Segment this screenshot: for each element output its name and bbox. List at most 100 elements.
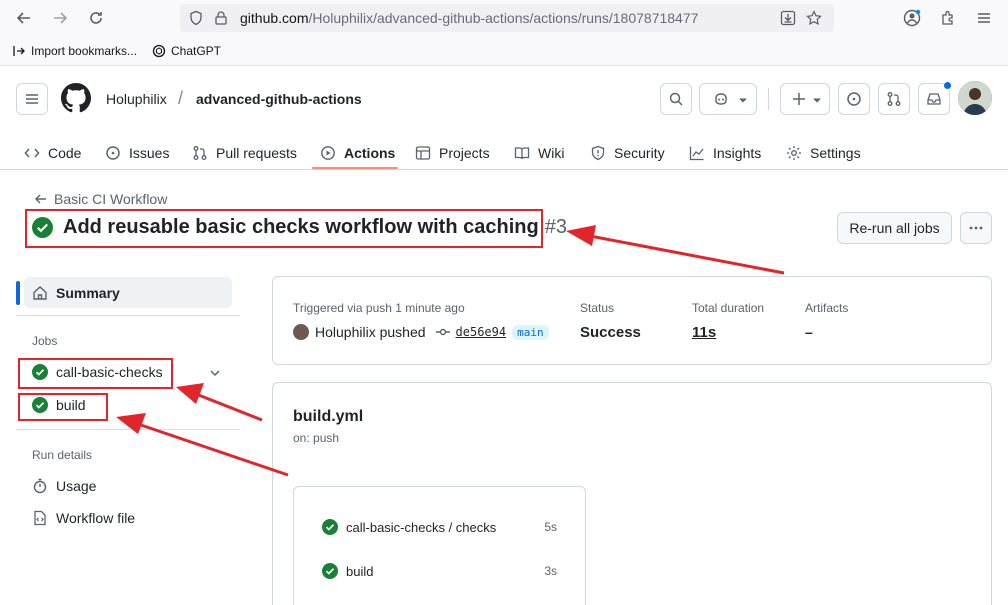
workflow-file-name: build.yml	[293, 408, 364, 425]
graph-job-call-basic-checks[interactable]: call-basic-checks / checks	[322, 519, 496, 535]
tab-settings[interactable]: Settings	[786, 136, 861, 170]
issue-icon	[106, 146, 120, 160]
artifacts-value: –	[805, 324, 813, 340]
shield-icon[interactable]	[188, 10, 204, 26]
tab-actions[interactable]: Actions	[320, 136, 395, 170]
file-code-icon	[34, 510, 46, 526]
sidebar-item-summary[interactable]: Summary	[24, 277, 232, 308]
bookmarks-bar: Import bookmarks... ChatGPT	[0, 36, 1008, 66]
git-commit-icon	[435, 328, 450, 336]
chevron-down-icon[interactable]	[208, 366, 222, 380]
extensions-icon[interactable]	[934, 4, 962, 32]
tab-label: Code	[48, 145, 82, 161]
tab-pull-requests[interactable]: Pull requests	[192, 136, 297, 170]
duration-value[interactable]: 11s	[692, 324, 716, 341]
hamburger-icon	[26, 94, 38, 104]
sidebar-divider	[16, 429, 240, 430]
copilot-button[interactable]	[699, 83, 757, 115]
actor-avatar[interactable]	[293, 324, 309, 340]
graph-job-build[interactable]: build	[322, 563, 373, 579]
branch-badge[interactable]: main	[512, 324, 549, 340]
search-button[interactable]	[660, 83, 692, 115]
hamburger-menu-button[interactable]	[16, 83, 48, 115]
home-icon	[33, 285, 47, 300]
breadcrumb-owner[interactable]: Holuphilix	[106, 91, 167, 107]
actor-text[interactable]: Holuphilix pushed	[315, 324, 426, 340]
job-group-box: call-basic-checks / checks 5s build 3s	[293, 486, 586, 605]
trigger-details: Holuphilix pushed de56e94 main	[293, 324, 549, 340]
shield-icon	[591, 145, 605, 161]
pull-request-icon	[193, 146, 207, 160]
sidebar-item-label: Workflow file	[56, 510, 136, 526]
graph-job-duration: 3s	[544, 564, 557, 578]
tab-label: Issues	[129, 145, 170, 161]
kebab-horizontal-icon	[969, 226, 983, 230]
pull-request-icon	[887, 92, 901, 106]
status-value: Success	[580, 324, 641, 341]
menu-icon[interactable]	[970, 4, 998, 32]
github-header: Holuphilix / advanced-github-actions Cod…	[0, 66, 1008, 170]
inbox-icon	[927, 93, 941, 105]
pull-requests-button[interactable]	[878, 83, 910, 115]
tab-issues[interactable]: Issues	[105, 136, 169, 170]
sidebar-item-workflow-file[interactable]: Workflow file	[32, 510, 135, 526]
more-options-button[interactable]	[960, 212, 992, 244]
gear-icon	[787, 146, 801, 160]
sidebar-item-usage[interactable]: Usage	[32, 478, 96, 494]
check-circle-fill-icon	[322, 563, 338, 579]
workflow-trigger: on: push	[293, 431, 340, 445]
star-icon[interactable]	[806, 10, 822, 26]
bookmark-chatgpt[interactable]: ChatGPT	[152, 44, 221, 58]
notification-dot	[943, 81, 952, 90]
code-icon	[24, 148, 40, 158]
arrow-left-icon	[35, 194, 46, 204]
tab-wiki[interactable]: Wiki	[514, 136, 564, 170]
issues-button[interactable]	[838, 83, 870, 115]
breadcrumb-repo[interactable]: advanced-github-actions	[196, 91, 362, 107]
header-divider	[768, 88, 769, 110]
tab-insights[interactable]: Insights	[689, 136, 761, 170]
issue-icon	[847, 92, 861, 106]
back-arrow-icon[interactable]	[10, 4, 38, 32]
inbox-button[interactable]	[918, 81, 952, 115]
sidebar-jobs-heading: Jobs	[32, 334, 58, 348]
breadcrumb-separator: /	[178, 88, 184, 108]
bookmark-import[interactable]: Import bookmarks...	[12, 44, 137, 58]
copilot-icon	[715, 93, 727, 105]
annotation-job-box	[18, 358, 173, 389]
tab-label: Settings	[810, 145, 861, 161]
active-tab-indicator	[312, 167, 398, 169]
github-logo-icon[interactable]	[61, 83, 91, 113]
tab-security[interactable]: Security	[590, 136, 665, 170]
check-circle-fill-icon	[322, 519, 338, 535]
sidebar-active-marker	[16, 281, 20, 305]
back-link-label: Basic CI Workflow	[54, 191, 168, 207]
import-icon	[12, 44, 26, 58]
commit-sha-link[interactable]: de56e94	[456, 325, 507, 339]
back-to-workflow-link[interactable]: Basic CI Workflow	[34, 191, 167, 207]
duration-label: Total duration	[692, 301, 765, 315]
tab-projects[interactable]: Projects	[415, 136, 490, 170]
url-path: /Holuphilix/advanced-github-actions/acti…	[308, 10, 699, 26]
book-icon	[514, 147, 530, 160]
forward-arrow-icon[interactable]	[46, 4, 74, 32]
tab-code[interactable]: Code	[24, 136, 81, 170]
reload-icon[interactable]	[82, 4, 110, 32]
stopwatch-icon	[33, 478, 47, 494]
tab-label: Security	[614, 145, 665, 161]
account-icon[interactable]	[898, 4, 926, 32]
annotation-title-box	[25, 209, 543, 248]
avatar[interactable]	[958, 81, 992, 115]
annotation-build-box	[18, 393, 108, 421]
sidebar-item-label: Summary	[56, 284, 120, 301]
rerun-all-jobs-button[interactable]: Re-run all jobs	[837, 212, 952, 244]
graph-job-label: build	[346, 563, 374, 579]
graph-job-duration: 5s	[544, 520, 557, 534]
sidebar-item-label: Usage	[56, 478, 97, 494]
create-new-button[interactable]	[780, 83, 830, 115]
url-bar[interactable]: github.com/Holuphilix/advanced-github-ac…	[180, 4, 834, 32]
lock-icon[interactable]	[214, 10, 228, 26]
tab-label: Pull requests	[216, 145, 297, 161]
bookmark-label: ChatGPT	[171, 44, 222, 58]
download-icon[interactable]	[780, 10, 796, 26]
